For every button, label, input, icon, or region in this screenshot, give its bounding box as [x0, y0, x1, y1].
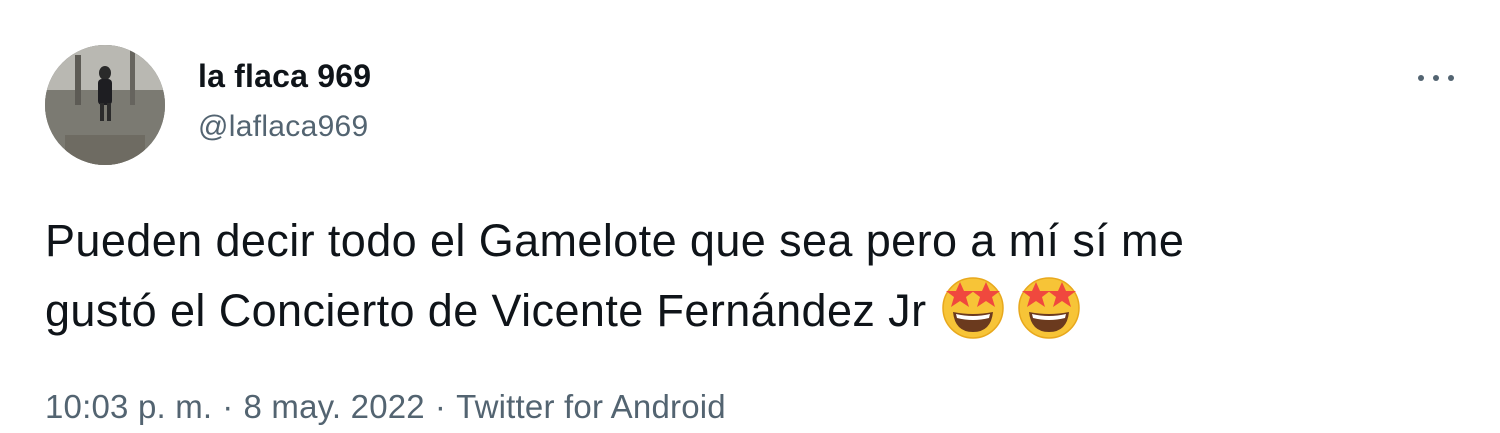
user-handle[interactable]: @laflaca969	[198, 110, 369, 144]
avatar[interactable]	[45, 45, 165, 165]
tweet-source[interactable]: Twitter for Android	[456, 388, 726, 425]
star-struck-emoji-icon	[1018, 277, 1081, 339]
tweet-text-line-1: Pueden decir todo el Gamelote que sea pe…	[45, 215, 1185, 266]
tweet-text-line-2: gustó el Concierto de Vicente Fernández …	[45, 272, 1465, 342]
more-options-icon	[1418, 75, 1424, 81]
display-name[interactable]: la flaca 969	[198, 58, 371, 95]
separator: ·	[222, 388, 234, 425]
separator: ·	[434, 388, 447, 425]
tweet-date[interactable]: 8 may. 2022	[244, 388, 425, 425]
more-options-button[interactable]	[1412, 60, 1460, 96]
more-options-icon-dot	[1433, 75, 1439, 81]
tweet-card: la flaca 969 @laflaca969 Pueden decir to…	[0, 0, 1500, 433]
tweet-text-line-2-text: gustó el Concierto de Vicente Fernández …	[45, 285, 927, 336]
tweet-text: Pueden decir todo el Gamelote que sea pe…	[45, 210, 1465, 342]
tweet-time[interactable]: 10:03 p. m.	[45, 388, 212, 425]
tweet-metadata: 10:03 p. m. · 8 may. 2022 · Twitter for Andr…	[45, 388, 726, 426]
avatar-photo	[45, 45, 165, 165]
more-options-icon-dot	[1448, 75, 1454, 81]
star-struck-emoji-icon	[942, 277, 1005, 339]
